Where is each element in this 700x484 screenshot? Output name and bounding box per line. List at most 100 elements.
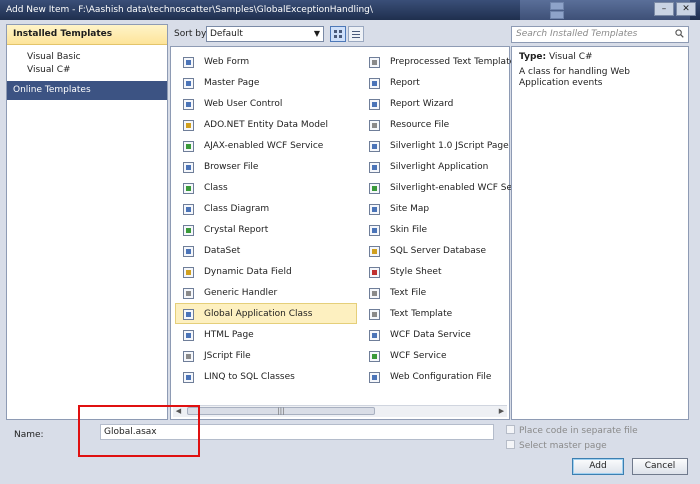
entity-model-icon bbox=[183, 120, 194, 131]
template-item[interactable]: Resource File bbox=[361, 114, 507, 135]
search-input[interactable]: Search Installed Templates bbox=[511, 26, 689, 43]
template-item-label: Preprocessed Text Template bbox=[390, 57, 516, 67]
template-item[interactable]: DataSet bbox=[175, 240, 357, 261]
bottom-bar: Name: Global.asax Place code in separate… bbox=[0, 405, 700, 484]
template-item[interactable]: Skin File bbox=[361, 219, 507, 240]
type-label: Type: bbox=[519, 52, 547, 62]
class-diagram-icon bbox=[183, 204, 194, 215]
list-view-button[interactable] bbox=[348, 26, 364, 42]
place-code-checkbox[interactable]: Place code in separate file bbox=[506, 425, 638, 436]
template-item[interactable]: Global Application Class bbox=[175, 303, 357, 324]
style-sheet-icon bbox=[369, 267, 380, 278]
template-item[interactable]: WCF Service bbox=[361, 345, 507, 366]
tree-item-visual-csharp[interactable]: Visual C# bbox=[7, 64, 167, 77]
sort-dropdown[interactable]: Default ▼ bbox=[206, 26, 324, 42]
type-value: Visual C# bbox=[548, 52, 593, 62]
select-master-checkbox[interactable]: Select master page bbox=[506, 440, 607, 451]
master-page-icon bbox=[183, 78, 194, 89]
template-item-label: Browser File bbox=[204, 162, 259, 172]
close-button[interactable]: ✕ bbox=[676, 2, 696, 16]
template-item[interactable]: Preprocessed Text Template bbox=[361, 51, 515, 72]
template-item-label: JScript File bbox=[204, 351, 251, 361]
online-templates-header[interactable]: Online Templates bbox=[7, 81, 167, 100]
template-item[interactable]: Web User Control bbox=[175, 93, 357, 114]
add-new-item-dialog: Installed Templates Visual Basic Visual … bbox=[0, 20, 700, 484]
template-item[interactable]: Text Template bbox=[361, 303, 507, 324]
template-item-label: ADO.NET Entity Data Model bbox=[204, 120, 328, 130]
silverlight-app-icon bbox=[369, 162, 380, 173]
html-page-icon bbox=[183, 330, 194, 341]
template-item-label: SQL Server Database bbox=[390, 246, 486, 256]
template-item-label: Master Page bbox=[204, 78, 260, 88]
generic-handler-icon bbox=[183, 288, 194, 299]
template-item[interactable]: JScript File bbox=[175, 345, 357, 366]
template-item-label: WCF Service bbox=[390, 351, 447, 361]
template-item[interactable]: Style Sheet bbox=[361, 261, 507, 282]
silverlight-page-icon bbox=[369, 141, 380, 152]
name-input[interactable]: Global.asax bbox=[100, 424, 494, 440]
template-item-label: Web Form bbox=[204, 57, 250, 67]
template-item[interactable]: Report Wizard bbox=[361, 93, 507, 114]
template-item[interactable]: WCF Data Service bbox=[361, 324, 507, 345]
template-item[interactable]: Dynamic Data Field bbox=[175, 261, 357, 282]
template-item[interactable]: HTML Page bbox=[175, 324, 357, 345]
template-item[interactable]: Silverlight-enabled WCF Service bbox=[361, 177, 534, 198]
template-item-label: LINQ to SQL Classes bbox=[204, 372, 295, 382]
name-label: Name: bbox=[14, 430, 44, 440]
checkbox-box bbox=[506, 425, 515, 434]
template-description: A class for handling Web Application eve… bbox=[519, 67, 630, 88]
template-item[interactable]: Text File bbox=[361, 282, 507, 303]
text-template-icon bbox=[369, 309, 380, 320]
template-item-label: Text Template bbox=[390, 309, 453, 319]
templates-column-1: Web Form Master Page Web User Control ADO.N… bbox=[175, 51, 357, 387]
template-item[interactable]: Silverlight 1.0 JScript Page bbox=[361, 135, 509, 156]
template-item-label: Text File bbox=[390, 288, 427, 298]
checkbox-box bbox=[506, 440, 515, 449]
installed-templates-header[interactable]: Installed Templates bbox=[7, 25, 167, 45]
template-item[interactable]: Report bbox=[361, 72, 507, 93]
site-map-icon bbox=[369, 204, 380, 215]
search-icon bbox=[675, 29, 684, 38]
template-item[interactable]: Master Page bbox=[175, 72, 357, 93]
template-item[interactable]: Web Form bbox=[175, 51, 357, 72]
templates-list: Web Form Master Page Web User Control ADO.N… bbox=[170, 46, 534, 420]
template-item[interactable]: LINQ to SQL Classes bbox=[175, 366, 357, 387]
template-item-label: WCF Data Service bbox=[390, 330, 471, 340]
skin-file-icon bbox=[369, 225, 380, 236]
silverlight-wcf-icon bbox=[369, 183, 380, 194]
horizontal-scrollbar[interactable]: ◀ ||| ▶ bbox=[173, 405, 507, 417]
wcf-service-icon bbox=[369, 351, 380, 362]
template-item-label: Crystal Report bbox=[204, 225, 269, 235]
template-item-label: HTML Page bbox=[204, 330, 254, 340]
template-item[interactable]: SQL Server Database bbox=[361, 240, 507, 261]
template-item[interactable]: Crystal Report bbox=[175, 219, 357, 240]
template-item[interactable]: ADO.NET Entity Data Model bbox=[175, 114, 357, 135]
medium-icons-view-button[interactable] bbox=[330, 26, 346, 42]
template-item[interactable]: AJAX-enabled WCF Service bbox=[175, 135, 357, 156]
template-details-pane: Type: Visual C# A class for handling Web… bbox=[511, 46, 689, 420]
place-code-label: Place code in separate file bbox=[519, 426, 638, 436]
template-item[interactable]: Generic Handler bbox=[175, 282, 357, 303]
dynamic-data-icon bbox=[183, 267, 194, 278]
minimize-button[interactable]: – bbox=[654, 2, 674, 16]
template-item-label: Web Configuration File bbox=[390, 372, 492, 382]
add-button[interactable]: Add bbox=[572, 458, 624, 475]
template-item[interactable]: Site Map bbox=[361, 198, 507, 219]
chevron-down-icon: ▼ bbox=[313, 29, 320, 38]
template-item[interactable]: Class bbox=[175, 177, 357, 198]
web-config-icon bbox=[369, 372, 380, 383]
template-item[interactable]: Class Diagram bbox=[175, 198, 357, 219]
template-item[interactable]: Silverlight Application bbox=[361, 156, 507, 177]
sort-label: Sort by: bbox=[174, 29, 209, 39]
template-item[interactable]: Web Configuration File bbox=[361, 366, 507, 387]
template-item-label: Skin File bbox=[390, 225, 428, 235]
tree-item-visual-basic[interactable]: Visual Basic bbox=[7, 51, 167, 64]
scrollbar-thumb[interactable]: ||| bbox=[187, 407, 375, 415]
title-bar: Add New Item - F:\Aashish data\technosca… bbox=[0, 0, 700, 20]
template-item[interactable]: Browser File bbox=[175, 156, 357, 177]
scroll-right-icon[interactable]: ▶ bbox=[496, 406, 507, 417]
template-item-label: Site Map bbox=[390, 204, 430, 214]
template-item-label: Class bbox=[204, 183, 228, 193]
cancel-button[interactable]: Cancel bbox=[632, 458, 688, 475]
scroll-left-icon[interactable]: ◀ bbox=[173, 406, 184, 417]
